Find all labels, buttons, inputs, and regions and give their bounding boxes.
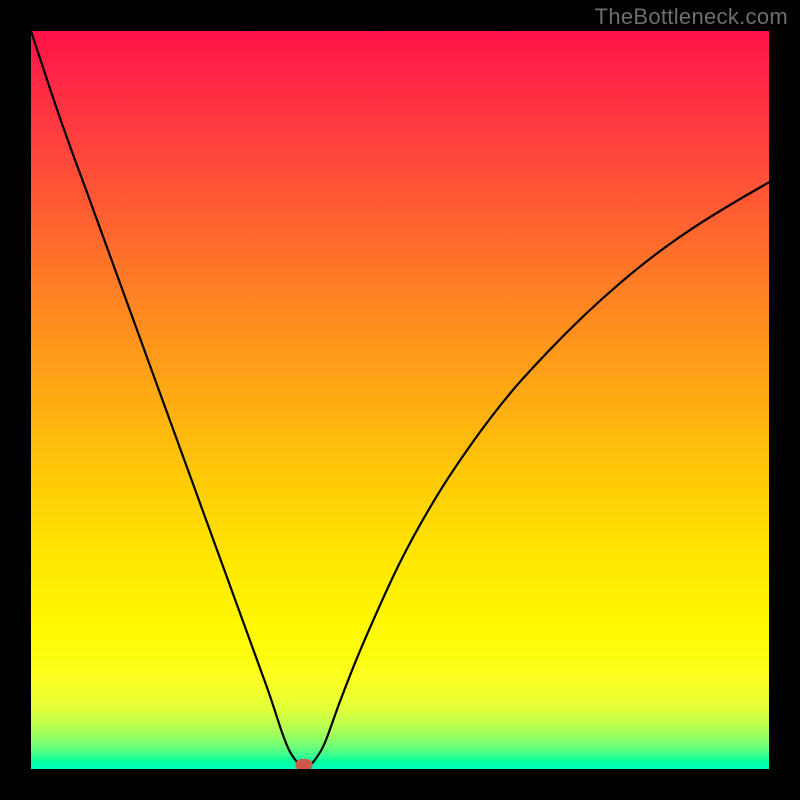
plot-area: [31, 31, 769, 769]
watermark-text: TheBottleneck.com: [595, 4, 788, 30]
optimal-point-marker: [296, 759, 313, 769]
bottleneck-curve: [31, 31, 769, 769]
chart-frame: TheBottleneck.com: [0, 0, 800, 800]
